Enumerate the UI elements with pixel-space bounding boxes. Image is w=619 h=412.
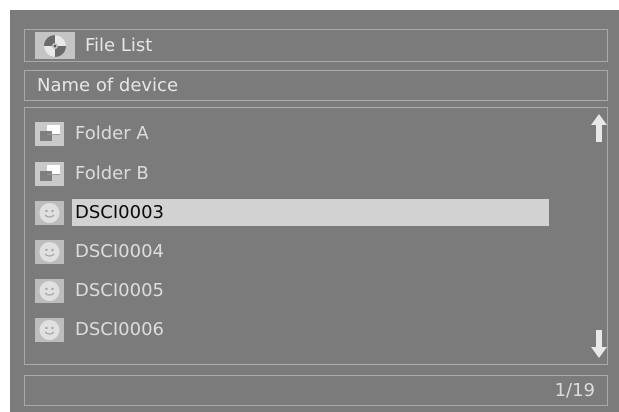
page-counter: 1/19	[554, 380, 595, 401]
arrow-down-icon[interactable]	[591, 330, 607, 358]
list-item-label: DSCI0005	[75, 280, 164, 301]
photo-icon	[35, 201, 64, 225]
list-item-dsci0004[interactable]: DSCI0004	[35, 238, 555, 266]
device-name-label: Name of device	[37, 75, 179, 96]
status-bar: 1/19	[24, 375, 608, 406]
list-item-folder-b[interactable]: Folder B	[35, 160, 555, 188]
list-item-label: DSCI0006	[75, 319, 164, 340]
disc-icon	[35, 32, 75, 59]
folder-icon	[35, 162, 64, 186]
file-list: Folder A Folder B DSCI0003 DSCI0004 DSCI…	[24, 107, 608, 365]
photo-icon	[35, 240, 64, 264]
folder-icon	[35, 122, 64, 146]
list-item-label: Folder A	[75, 123, 149, 144]
list-item-folder-a[interactable]: Folder A	[35, 120, 555, 148]
list-item-label: Folder B	[75, 163, 149, 184]
photo-icon	[35, 279, 64, 303]
list-item-label: DSCI0004	[75, 241, 164, 262]
list-item-dsci0003[interactable]: DSCI0003	[35, 199, 555, 227]
photo-icon	[35, 318, 64, 342]
list-item-label: DSCI0003	[75, 202, 164, 223]
file-browser-screen: File List Name of device Folder A Folder…	[10, 10, 619, 412]
list-item-dsci0005[interactable]: DSCI0005	[35, 277, 555, 305]
list-item-dsci0006[interactable]: DSCI0006	[35, 316, 555, 344]
title-bar: File List	[24, 29, 608, 62]
page-title: File List	[85, 35, 153, 56]
device-name-bar: Name of device	[24, 70, 608, 101]
arrow-up-icon[interactable]	[591, 114, 607, 142]
